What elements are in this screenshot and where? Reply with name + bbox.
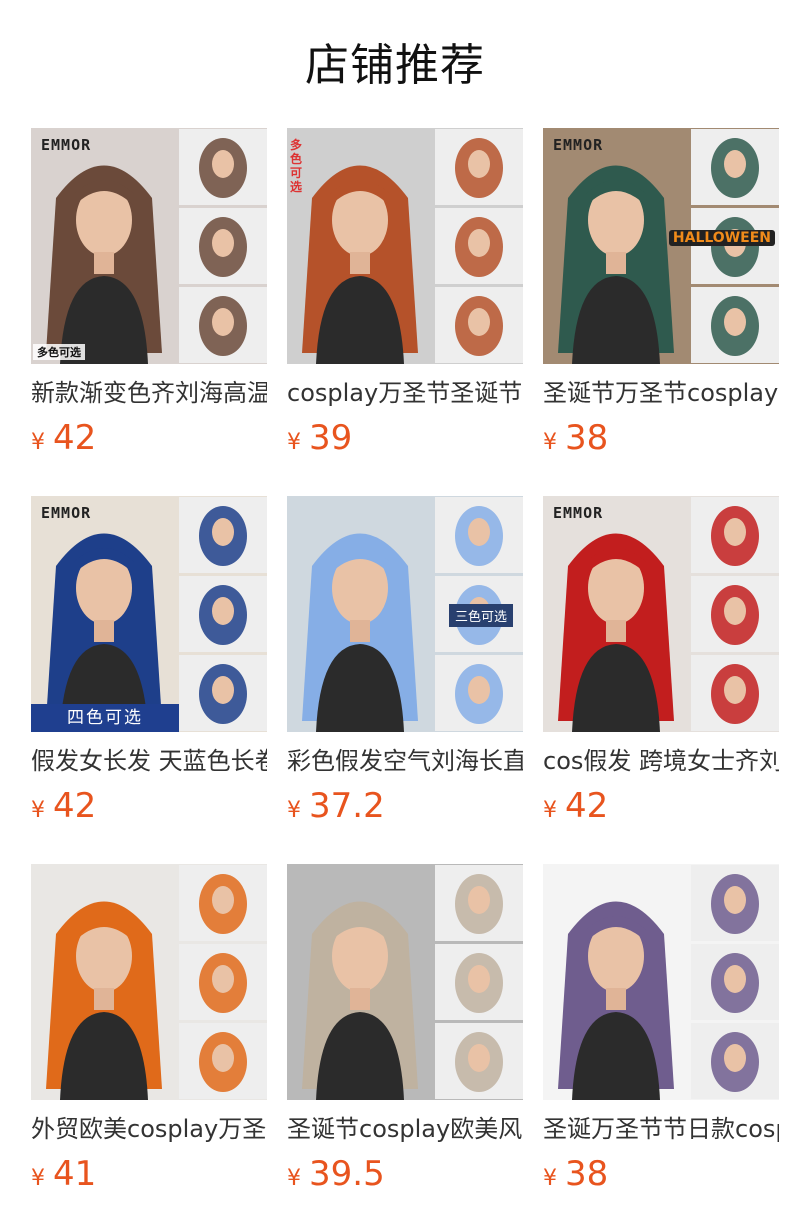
- currency-symbol: ¥: [543, 798, 557, 823]
- product-name[interactable]: 圣诞节cosplay欧美风假发: [287, 1112, 523, 1146]
- product-price: ¥42: [543, 786, 608, 832]
- product-name[interactable]: 外贸欧美cosplay万圣节假发: [31, 1112, 267, 1146]
- product-name[interactable]: 圣诞节万圣节cosplay假发: [543, 376, 779, 410]
- product-photo-illustration: [287, 128, 523, 364]
- product-image[interactable]: EMMOR 多色可选: [31, 128, 267, 364]
- brand-logo: EMMOR: [553, 136, 604, 154]
- product-price: ¥42: [31, 786, 96, 832]
- product-name[interactable]: 新款渐变色齐刘海高温丝长直发: [31, 376, 267, 410]
- product-card[interactable]: 圣诞万圣节节日款cosplay ¥38: [543, 864, 779, 1194]
- price-value: 42: [53, 786, 97, 826]
- color-options-badge: 四色可选: [31, 704, 179, 732]
- price-value: 39.5: [309, 1154, 385, 1194]
- product-card[interactable]: 外贸欧美cosplay万圣节假发 ¥41: [31, 864, 267, 1194]
- product-image[interactable]: EMMOR HALLOWEEN: [543, 128, 779, 364]
- product-photo-illustration: [543, 864, 779, 1100]
- product-card[interactable]: EMMOR 四色可选 假发女长发 天蓝色长卷发 ¥42: [31, 496, 267, 826]
- product-image[interactable]: EMMOR 四色可选: [31, 496, 267, 732]
- product-photo-illustration: [31, 128, 267, 364]
- product-price: ¥39: [287, 418, 352, 464]
- color-options-badge: 多色可选: [290, 138, 303, 194]
- price-value: 38: [565, 1154, 609, 1194]
- product-card[interactable]: EMMOR cos假发 跨境女士齐刘海 ¥42: [543, 496, 779, 826]
- product-card[interactable]: 多色可选 cosplay万圣节圣诞节假发 ¥39: [287, 128, 523, 458]
- currency-symbol: ¥: [287, 798, 301, 823]
- product-image[interactable]: 多色可选: [287, 128, 523, 364]
- product-photo-illustration: [31, 864, 267, 1100]
- currency-symbol: ¥: [31, 430, 45, 455]
- product-price: ¥42: [31, 418, 96, 464]
- price-value: 39: [309, 418, 353, 458]
- brand-logo: EMMOR: [41, 136, 92, 154]
- product-card[interactable]: EMMOR 多色可选 新款渐变色齐刘海高温丝长直发 ¥42: [31, 128, 267, 458]
- product-image[interactable]: [287, 864, 523, 1100]
- product-card[interactable]: 圣诞节cosplay欧美风假发 ¥39.5: [287, 864, 523, 1194]
- product-price: ¥38: [543, 1154, 608, 1200]
- product-name[interactable]: 彩色假发空气刘海长直发: [287, 744, 523, 778]
- price-value: 42: [53, 418, 97, 458]
- product-image[interactable]: [543, 864, 779, 1100]
- currency-symbol: ¥: [31, 1166, 45, 1191]
- product-card[interactable]: EMMOR HALLOWEEN 圣诞节万圣节cosplay假发 ¥38: [543, 128, 779, 458]
- product-price: ¥37.2: [287, 786, 385, 832]
- product-grid: EMMOR 多色可选 新款渐变色齐刘海高温丝长直发 ¥42 多色可选 cospla…: [31, 128, 779, 1194]
- currency-symbol: ¥: [287, 1166, 301, 1191]
- price-value: 37.2: [309, 786, 385, 826]
- product-name[interactable]: cos假发 跨境女士齐刘海: [543, 744, 779, 778]
- product-photo-illustration: [287, 864, 523, 1100]
- brand-logo: EMMOR: [41, 504, 92, 522]
- store-recommendations-page: 店铺推荐 EMMOR 多色可选 新款渐变色齐刘海高温丝长直发 ¥42 多色可选 c…: [0, 0, 790, 1232]
- page-title: 店铺推荐: [305, 40, 485, 91]
- product-photo-illustration: [31, 496, 267, 732]
- price-value: 38: [565, 418, 609, 458]
- currency-symbol: ¥: [287, 430, 301, 455]
- currency-symbol: ¥: [543, 1166, 557, 1191]
- price-value: 41: [53, 1154, 97, 1194]
- product-price: ¥39.5: [287, 1154, 385, 1200]
- product-card[interactable]: 三色可选 彩色假发空气刘海长直发 ¥37.2: [287, 496, 523, 826]
- color-options-badge: 多色可选: [33, 344, 85, 360]
- product-name[interactable]: 圣诞万圣节节日款cosplay: [543, 1112, 779, 1146]
- product-image[interactable]: [31, 864, 267, 1100]
- brand-logo: EMMOR: [553, 504, 604, 522]
- color-options-badge: 三色可选: [448, 604, 513, 627]
- product-image[interactable]: EMMOR: [543, 496, 779, 732]
- product-price: ¥41: [31, 1154, 96, 1200]
- price-value: 42: [565, 786, 609, 826]
- currency-symbol: ¥: [31, 798, 45, 823]
- halloween-badge: HALLOWEEN: [668, 230, 775, 246]
- product-photo-illustration: [543, 128, 779, 364]
- product-price: ¥38: [543, 418, 608, 464]
- product-name[interactable]: 假发女长发 天蓝色长卷发: [31, 744, 267, 778]
- product-image[interactable]: 三色可选: [287, 496, 523, 732]
- product-name[interactable]: cosplay万圣节圣诞节假发: [287, 376, 523, 410]
- currency-symbol: ¥: [543, 430, 557, 455]
- product-photo-illustration: [543, 496, 779, 732]
